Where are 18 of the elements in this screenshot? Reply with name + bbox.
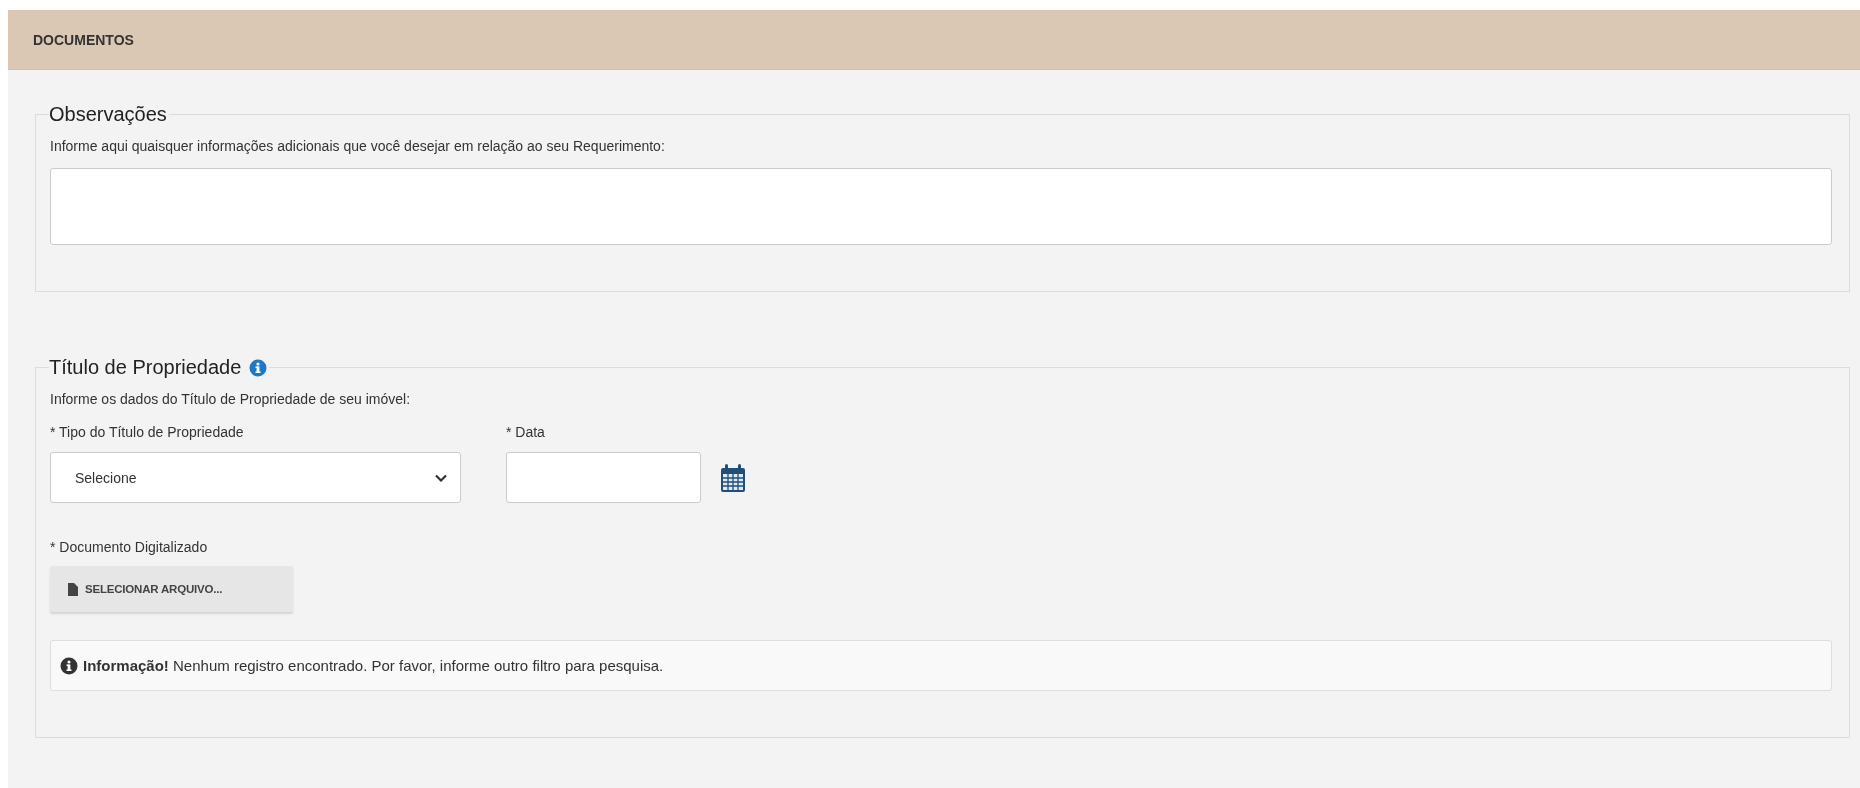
section-title: Título de Propriedade xyxy=(49,356,242,379)
field-label: * Data xyxy=(506,424,546,440)
notes-textarea[interactable] xyxy=(50,168,1832,245)
file-icon xyxy=(68,582,78,596)
info-icon xyxy=(249,358,268,377)
field-label: * Documento Digitalizado xyxy=(50,539,209,555)
info-icon xyxy=(60,656,78,675)
select-file-button[interactable]: SELECIONAR ARQUIVO... xyxy=(50,566,293,612)
field-label: * Tipo do Título de Propriedade xyxy=(50,424,245,440)
type-select[interactable]: Selecione xyxy=(50,452,461,503)
section-hint: Informe os dados do Título de Propriedade de seu imóvel: xyxy=(50,391,412,407)
section-hint: Informe aqui quaisquer informações adicionais que você desejar em relação ao seu Requerimento: xyxy=(50,138,666,154)
calendar-icon[interactable] xyxy=(720,462,746,493)
panel-title: DOCUMENTOS xyxy=(33,31,134,48)
chevron-down-icon xyxy=(435,473,447,482)
date-field[interactable] xyxy=(506,452,701,503)
alert-message: Informação! Nenhum registro encontrado. Por favor, informe outro filtro para pesquisa. xyxy=(83,657,664,674)
section-title: Observações xyxy=(49,103,167,126)
